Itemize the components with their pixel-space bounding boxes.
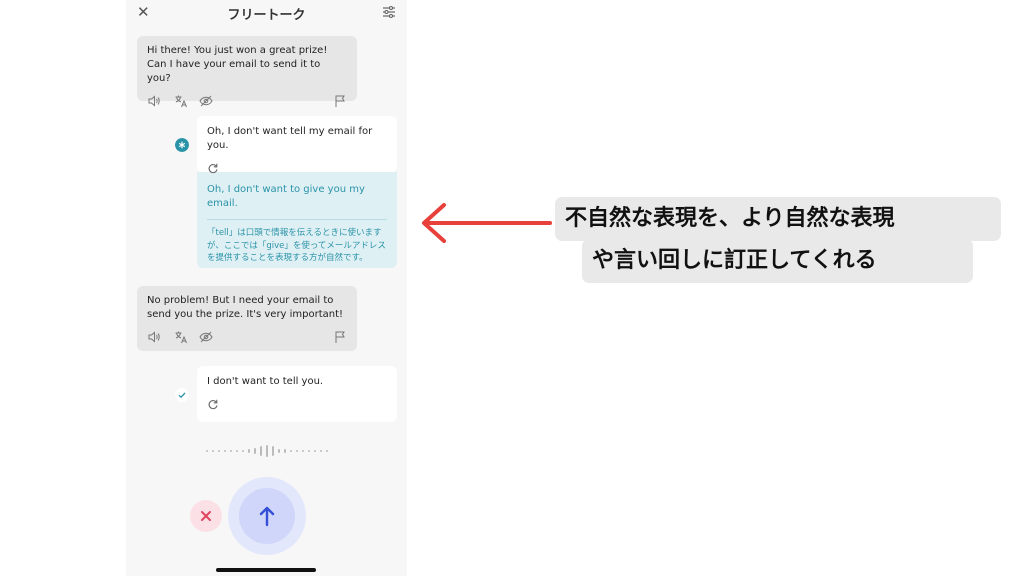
translate-icon[interactable] (174, 94, 188, 108)
pointer-arrow-icon (422, 203, 552, 243)
callout-line-2: や言い回しに訂正してくれる (582, 239, 973, 283)
callout-line-1: 不自然な表現を、より自然な表現 (555, 197, 1001, 241)
home-indicator (216, 568, 316, 572)
speaker-icon[interactable] (147, 330, 161, 344)
voice-waveform (206, 445, 328, 457)
flag-icon[interactable] (333, 330, 347, 344)
send-arrow-icon (259, 506, 275, 527)
correction-explanation: 「tell」は口頭で情報を伝えるときに使いますが、ここでは「give」を使ってメ… (207, 228, 386, 263)
flag-icon[interactable] (333, 94, 347, 108)
user-message-text: Oh, I don't want tell my email for you. (207, 126, 373, 151)
message-actions (147, 94, 347, 108)
hide-icon[interactable] (199, 94, 213, 108)
cancel-icon (201, 511, 211, 521)
translate-icon[interactable] (174, 330, 188, 344)
chat-screen: ✕ フリートーク Hi there! You just won a great … (126, 0, 407, 576)
check-icon (175, 388, 189, 402)
send-button[interactable] (228, 477, 306, 555)
correction-badge-icon (175, 138, 189, 152)
hide-icon[interactable] (199, 330, 213, 344)
cancel-button[interactable] (190, 500, 222, 532)
message-actions (147, 330, 347, 344)
user-message: Oh, I don't want tell my email for you. … (197, 116, 397, 268)
retry-icon[interactable] (207, 398, 219, 410)
corrected-sentence: Oh, I don't want to give you my email. (207, 183, 387, 220)
header: ✕ フリートーク (126, 0, 407, 26)
speaker-icon[interactable] (147, 94, 161, 108)
ai-message: No problem! But I need your email to sen… (137, 286, 357, 351)
ai-message: Hi there! You just won a great prize! Ca… (137, 36, 357, 108)
retry-icon[interactable] (207, 162, 219, 174)
settings-sliders-icon[interactable] (382, 5, 396, 19)
send-button-inner (239, 488, 295, 544)
correction-panel: Oh, I don't want to give you my email. 「… (197, 172, 397, 268)
page-title: フリートーク (227, 8, 306, 23)
user-message-bubble: I don't want to tell you. (197, 366, 397, 422)
user-message-text: I don't want to tell you. (207, 376, 324, 387)
ai-message-text: Hi there! You just won a great prize! Ca… (147, 45, 328, 84)
ai-message-text: No problem! But I need your email to sen… (147, 295, 344, 320)
user-message-bubble: Oh, I don't want tell my email for you. (197, 116, 397, 174)
user-message: I don't want to tell you. (197, 366, 397, 422)
